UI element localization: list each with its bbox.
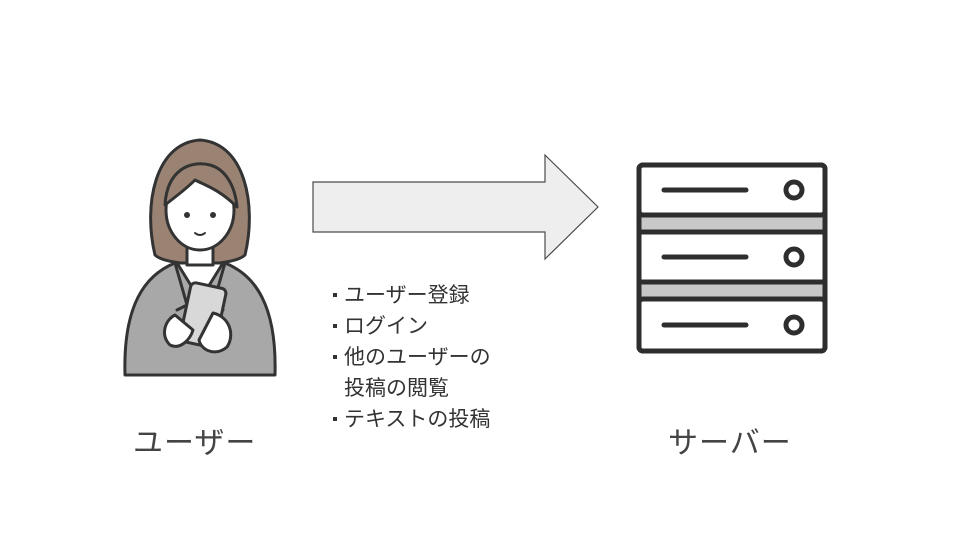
list-item: ログイン — [330, 311, 491, 342]
diagram: ユーザー ユーザー登録 ログイン 他のユーザーの 投稿の閲覧 テキストの投稿 サ… — [0, 0, 960, 540]
list-item: 他のユーザーの 投稿の閲覧 — [330, 342, 491, 404]
server-label: サーバー — [668, 426, 792, 461]
woman-with-smartphone-icon — [123, 138, 277, 377]
list-item: テキストの投稿 — [330, 404, 491, 435]
server-rack-icon — [636, 162, 828, 354]
action-list: ユーザー登録 ログイン 他のユーザーの 投稿の閲覧 テキストの投稿 — [330, 280, 491, 435]
list-item: ユーザー登録 — [330, 280, 491, 311]
right-arrow-icon — [312, 153, 599, 261]
user-label: ユーザー — [133, 426, 257, 461]
